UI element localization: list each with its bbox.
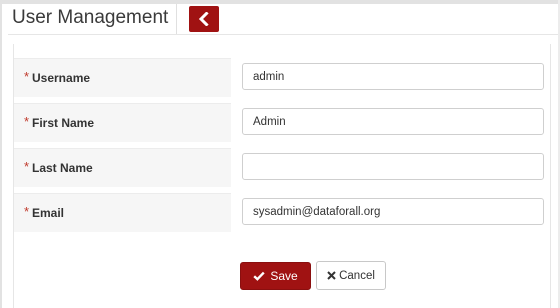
form-row-email: * Email xyxy=(14,193,550,232)
required-marker: * xyxy=(24,159,30,174)
field-label-cell: * Last Name xyxy=(14,148,231,187)
required-marker: * xyxy=(24,114,30,129)
checkmark-icon xyxy=(253,271,265,281)
save-button[interactable]: Save xyxy=(240,262,311,290)
chevron-left-icon xyxy=(198,12,209,26)
required-marker: * xyxy=(24,204,30,219)
form-row-first-name: * First Name xyxy=(14,103,550,142)
field-label-cell: * Username xyxy=(14,58,231,97)
form-row-username: * Username xyxy=(14,58,550,97)
required-marker: * xyxy=(24,69,30,84)
first-name-label: First Name xyxy=(32,116,95,130)
field-label-cell: * First Name xyxy=(14,103,231,142)
back-button[interactable] xyxy=(189,6,219,32)
cancel-button[interactable]: Cancel xyxy=(316,261,386,290)
last-name-label: Last Name xyxy=(32,161,93,175)
username-label: Username xyxy=(32,71,91,85)
form-row-last-name: * Last Name xyxy=(14,148,550,187)
email-input[interactable] xyxy=(242,198,544,225)
last-name-input[interactable] xyxy=(242,153,544,180)
cancel-label: Cancel xyxy=(339,269,375,282)
username-input[interactable] xyxy=(242,63,544,90)
page-title: User Management xyxy=(12,7,169,28)
first-name-input[interactable] xyxy=(242,108,544,135)
save-label: Save xyxy=(270,269,298,283)
page-header: User Management xyxy=(8,4,558,35)
x-icon xyxy=(327,271,336,280)
header-divider xyxy=(176,4,177,34)
email-label: Email xyxy=(32,206,65,220)
field-label-cell: * Email xyxy=(14,193,231,232)
left-border xyxy=(0,0,2,308)
